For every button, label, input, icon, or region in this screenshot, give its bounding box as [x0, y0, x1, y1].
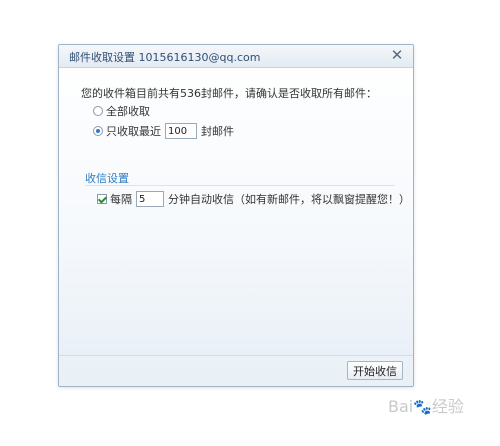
paw-icon: 🐾: [413, 398, 432, 416]
interval-minutes-input[interactable]: [136, 191, 164, 207]
dialog-title: 邮件收取设置 1015616130@qq.com: [69, 51, 261, 64]
auto-check-checkbox[interactable]: [97, 194, 107, 204]
option-fetch-all[interactable]: 全部收取: [93, 103, 150, 119]
option-fetch-recent[interactable]: 只收取最近 封邮件: [93, 123, 234, 139]
radio-fetch-recent[interactable]: [93, 126, 103, 136]
auto-check-label: 每隔: [110, 193, 132, 206]
baidu-jingyan-watermark: Bai🐾经验: [388, 393, 464, 417]
fetch-prompt-text: 您的收件箱目前共有536封邮件，请确认是否收取所有邮件：: [81, 87, 377, 100]
dialog-footer: 开始收信: [59, 355, 413, 386]
close-icon[interactable]: ✕: [389, 46, 405, 64]
section-divider: [85, 185, 395, 186]
start-receive-button[interactable]: 开始收信: [347, 361, 403, 380]
option-fetch-recent-label: 只收取最近: [106, 125, 161, 138]
section-title-receive-settings: 收信设置: [85, 172, 129, 185]
auto-check-suffix: 分钟自动收信（如有新邮件，将以飘窗提醒您！）: [168, 193, 410, 206]
dialog-titlebar: 邮件收取设置 1015616130@qq.com ✕: [59, 45, 413, 68]
watermark-suffix: 经验: [431, 397, 464, 416]
recent-count-input[interactable]: [165, 123, 197, 139]
radio-fetch-all[interactable]: [93, 106, 103, 116]
option-fetch-all-label: 全部收取: [106, 105, 150, 118]
option-fetch-recent-suffix: 封邮件: [201, 125, 234, 138]
auto-check-row[interactable]: 每隔 分钟自动收信（如有新邮件，将以飘窗提醒您！）: [97, 191, 410, 207]
mail-fetch-settings-dialog: 邮件收取设置 1015616130@qq.com ✕ 您的收件箱目前共有536封…: [58, 44, 414, 387]
watermark-text: Bai: [388, 397, 414, 416]
